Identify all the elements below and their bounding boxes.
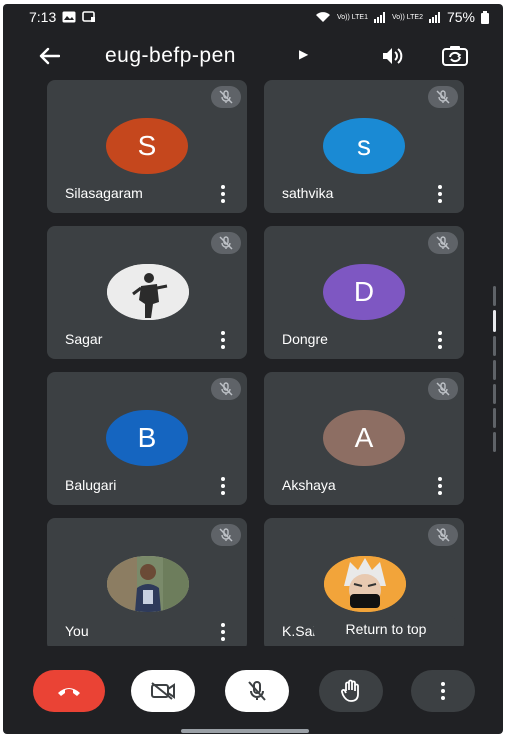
more-options-button[interactable] [411,670,475,712]
avatar-photo [107,556,189,612]
meeting-header: eug-befp-pen ▶ [3,34,503,78]
status-bar: 7:13 Vo)) LTE1 Vo)) LTE2 75% [3,4,503,30]
home-indicator[interactable] [181,729,309,733]
avatar: S [106,118,188,174]
more-options-icon[interactable] [219,185,227,203]
meet-screen: 7:13 Vo)) LTE1 Vo)) LTE2 75% eug-befp-pe… [3,4,503,734]
battery-percent: 75% [446,9,475,25]
avatar-photo [324,556,406,612]
participant-tile[interactable]: s sathvika [264,80,464,213]
gallery-notification-icon [62,11,76,23]
participant-name: Akshaya [282,477,336,493]
avatar: A [323,410,405,466]
battery-icon [481,10,489,24]
more-options-icon[interactable] [436,331,444,349]
participant-tile[interactable]: D Dongre [264,226,464,359]
more-options-icon[interactable] [436,477,444,495]
scrollbar-thumb[interactable] [493,310,496,332]
return-to-top-button[interactable]: Return to top [313,614,459,644]
phone-frame: 7:13 Vo)) LTE1 Vo)) LTE2 75% eug-befp-pe… [0,0,506,738]
more-options-icon[interactable] [436,185,444,203]
camera-off-icon [151,682,175,700]
more-options-icon[interactable] [219,623,227,641]
switch-camera-icon[interactable] [441,42,469,70]
participant-name: Balugari [65,477,117,493]
participant-tile[interactable]: B Balugari [47,372,247,505]
raise-hand-button[interactable] [319,670,383,712]
scrollbar[interactable] [493,286,496,470]
cast-notification-icon [82,11,96,23]
participant-name: Silasagaram [65,185,143,201]
participant-name: Dongre [282,331,328,347]
end-call-button[interactable] [33,670,105,712]
more-vertical-icon [441,682,445,700]
participant-name: K.Sai [282,623,316,639]
mic-toggle-button[interactable] [225,670,289,712]
participant-tile[interactable]: S Silasagaram [47,80,247,213]
avatar: D [323,264,405,320]
mic-muted-icon [428,378,458,400]
more-options-icon[interactable] [219,331,227,349]
participant-tile[interactable]: A Akshaya [264,372,464,505]
avatar-photo [107,264,189,320]
participant-name: You [65,623,89,639]
wifi-icon [315,11,331,23]
mic-muted-icon [211,86,241,108]
participant-name: sathvika [282,185,334,201]
mic-muted-icon [428,232,458,254]
more-options-icon[interactable] [219,477,227,495]
mic-muted-icon [211,524,241,546]
end-call-icon [58,688,80,696]
raise-hand-icon [341,679,359,702]
mic-muted-icon [211,378,241,400]
signal-icon-2 [428,11,441,23]
participant-tile[interactable]: You [47,518,247,646]
caret-right-icon[interactable]: ▶ [299,47,308,61]
participant-grid[interactable]: S Silasagaram s sathvika Sagar D Dongre … [3,78,503,646]
network-label-2: Vo)) LTE2 [391,13,423,21]
participant-tile[interactable]: Sagar [47,226,247,359]
network-label-1: Vo)) LTE1 [336,13,368,21]
status-time: 7:13 [29,9,57,25]
signal-icon-1 [373,11,386,23]
mic-muted-icon [428,524,458,546]
back-arrow-icon[interactable] [35,42,63,70]
mic-off-icon [248,681,266,701]
participant-name: Sagar [65,331,103,347]
avatar: B [106,410,188,466]
mic-muted-icon [211,232,241,254]
avatar: s [323,118,405,174]
call-controls [3,656,503,726]
meeting-code-title[interactable]: eug-befp-pen [105,44,236,68]
speaker-icon[interactable] [379,42,407,70]
mic-muted-icon [428,86,458,108]
camera-toggle-button[interactable] [131,670,195,712]
